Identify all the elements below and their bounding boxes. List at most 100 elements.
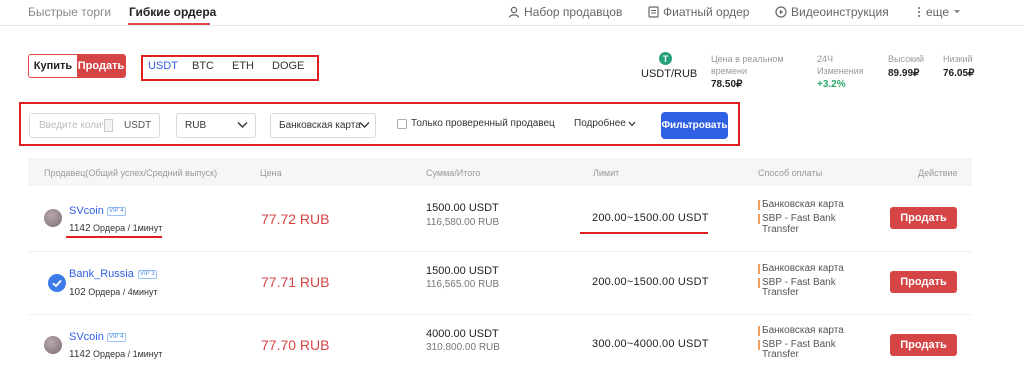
seller-name[interactable]: Bank_Russia [69, 268, 134, 280]
limit: 300.00~4000.00 USDT [592, 338, 709, 350]
header-limit: Лимит [593, 168, 620, 178]
payment-bank-card: Банковская карта [758, 326, 844, 336]
change-value: +3.2% [817, 79, 846, 90]
price: 77.72 RUB [261, 211, 330, 227]
payment-sbp: SBP - Fast Bank [758, 214, 836, 224]
video-guide-link[interactable]: Видеоинструкция [775, 5, 889, 19]
more-filters[interactable]: Подробнее [574, 118, 636, 129]
table-row: SVcoin VIP 4 1142 Ордера / 1минут 77.70 … [28, 318, 972, 376]
order-text: Ордера / 4минут [85, 287, 158, 297]
person-icon [508, 6, 520, 18]
limit: 200.00~1500.00 USDT [592, 212, 709, 224]
currency-select[interactable]: RUB [176, 113, 256, 138]
order-count: 1142 [69, 349, 91, 360]
total: 116,580.00 RUB [426, 217, 500, 228]
total: 310,800.00 RUB [426, 342, 500, 353]
sell-button[interactable]: Продать [890, 207, 957, 229]
payment-sbp-cont: Transfer [762, 287, 799, 298]
seller-recruit-link[interactable]: Набор продавцов [508, 5, 622, 19]
buy-sell-toggle: Купить Продать [28, 54, 126, 78]
table-row: Bank_Russia VIP 3 102 Ордера / 4минут 77… [28, 256, 972, 316]
kebab-icon [918, 7, 920, 17]
price: 77.70 RUB [261, 337, 330, 353]
sell-button[interactable]: Продать [890, 271, 957, 293]
header-amount: Сумма/Итого [426, 168, 481, 178]
amount-unit: USDT [124, 120, 152, 131]
filter-button[interactable]: Фильтровать [661, 112, 728, 139]
payment-bank-card: Банковская карта [758, 200, 844, 210]
payment-select[interactable]: Банковская карта [270, 113, 376, 138]
trading-pair: USDT/RUB [641, 68, 698, 80]
top-nav: Быстрые торги Гибкие ордера Набор продав… [0, 0, 1024, 26]
order-count: 102 [69, 287, 86, 298]
table-row: SVcoin VIP 4 1142 Ордера / 1минут 77.72 … [28, 190, 972, 250]
amount: 1500.00 USDT [426, 202, 499, 214]
amount-stepper[interactable] [104, 119, 113, 132]
order-text: Ордера / 1минут [90, 349, 163, 359]
play-icon [775, 6, 787, 18]
high-label: Высокий [888, 54, 925, 64]
amount: 4000.00 USDT [426, 328, 499, 340]
realtime-price-label-1: Цена в реальном [711, 54, 784, 64]
amount: 1500.00 USDT [426, 265, 499, 277]
verified-badge-icon [48, 274, 66, 292]
seller-name[interactable]: SVcoin [69, 205, 104, 217]
avatar [44, 336, 62, 354]
table-header: Продавец(Общий успех/Средний выпуск) Цен… [28, 158, 972, 186]
seller-recruit-label: Набор продавцов [524, 5, 623, 19]
avatar [44, 209, 62, 227]
header-payment: Способ оплаты [758, 168, 823, 178]
tether-icon: T [659, 52, 672, 65]
header-seller: Продавец(Общий успех/Средний выпуск) [44, 168, 218, 178]
vip-badge: VIP 4 [107, 207, 126, 216]
order-text: Ордера / 1минут [90, 223, 163, 233]
vip-badge: VIP 3 [138, 270, 157, 279]
price: 77.71 RUB [261, 274, 330, 290]
change-label-2: Изменения [817, 66, 864, 76]
tab-quick-trade[interactable]: Быстрые торги [28, 5, 111, 19]
header-price: Цена [260, 168, 282, 178]
coin-tab-eth[interactable]: ETH [232, 60, 254, 72]
caret-down-icon [954, 10, 961, 14]
amount-placeholder: Введите колич [39, 120, 103, 131]
fiat-order-link[interactable]: Фиатный ордер [648, 5, 749, 19]
realtime-price-label-2: времени [711, 66, 747, 76]
coin-tab-doge[interactable]: DOGE [272, 60, 304, 72]
limit: 200.00~1500.00 USDT [592, 276, 709, 288]
coin-tab-btc[interactable]: BTC [192, 60, 214, 72]
document-icon [648, 6, 659, 18]
verified-label: Только проверенный продавец [411, 118, 555, 129]
chevron-down-icon [359, 122, 370, 128]
low-value: 76.05₽ [943, 68, 975, 79]
sell-button[interactable]: Продать [890, 334, 957, 356]
vip-badge: VIP 4 [107, 333, 126, 342]
order-count: 1142 [69, 223, 91, 234]
high-value: 89.99₽ [888, 68, 920, 79]
annotation-underline-orders [66, 236, 162, 238]
seller-stats: 1142 Ордера / 1минут [69, 349, 162, 360]
payment-sbp-cont: Transfer [762, 224, 799, 235]
verified-checkbox[interactable] [397, 119, 407, 129]
total: 116,565.00 RUB [426, 279, 500, 290]
change-label-1: 24Ч [817, 54, 834, 64]
row-divider [28, 251, 972, 252]
chevron-down-icon [237, 122, 248, 128]
seller-name[interactable]: SVcoin [69, 331, 104, 343]
amount-input[interactable]: Введите колич USDT [29, 113, 160, 138]
chevron-down-icon [628, 121, 636, 126]
seller-stats: 1142 Ордера / 1минут [69, 223, 162, 234]
fiat-order-label: Фиатный ордер [663, 5, 750, 19]
annotation-underline-limit [580, 232, 708, 234]
tab-flexible-orders[interactable]: Гибкие ордера [129, 5, 216, 19]
more-menu[interactable]: еще [916, 5, 961, 19]
more-filters-label: Подробнее [574, 118, 626, 129]
low-label: Низкий [943, 54, 973, 64]
sell-tab[interactable]: Продать [77, 55, 125, 77]
payment-sbp-cont: Transfer [762, 349, 799, 360]
active-tab-indicator [128, 23, 210, 25]
seller-stats: 102 Ордера / 4минут [69, 287, 158, 298]
coin-tab-usdt[interactable]: USDT [148, 60, 178, 72]
currency-value: RUB [185, 120, 207, 131]
video-guide-label: Видеоинструкция [791, 5, 889, 19]
buy-tab[interactable]: Купить [29, 55, 77, 77]
